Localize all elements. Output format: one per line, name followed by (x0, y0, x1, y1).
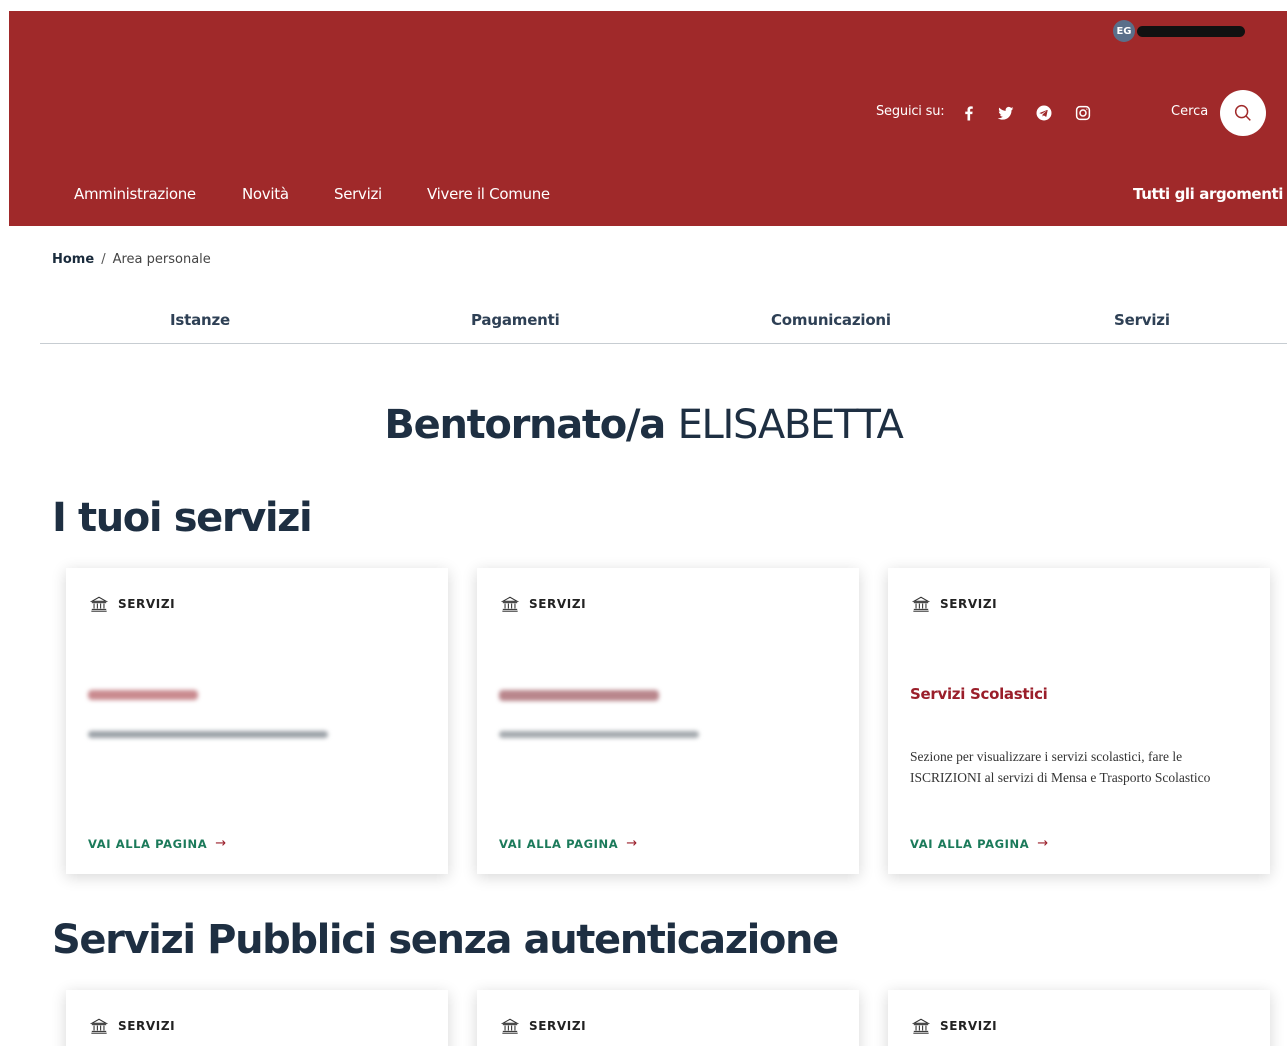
card-category-label: SERVIZI (118, 1019, 176, 1033)
card-link-label: VAI ALLA PAGINA (88, 836, 208, 851)
card-desc-redacted (88, 731, 328, 738)
building-icon (912, 1018, 930, 1034)
card-category-label: SERVIZI (529, 597, 587, 611)
tab-istanze[interactable]: Istanze (170, 311, 230, 329)
card-category: SERVIZI (90, 595, 175, 613)
card-title[interactable]: Servizi Scolastici (910, 685, 1048, 703)
welcome-greeting: Bentornato/a (384, 402, 666, 448)
tab-servizi[interactable]: Servizi (1114, 311, 1170, 329)
social-label: Seguici su: (876, 104, 945, 119)
search-button[interactable] (1220, 90, 1266, 136)
search-icon (1234, 104, 1251, 121)
building-icon (912, 596, 930, 612)
arrow-right-icon: → (215, 836, 227, 851)
card-link-label: VAI ALLA PAGINA (499, 836, 619, 851)
card-link[interactable]: VAI ALLA PAGINA → (88, 836, 227, 851)
card-category: SERVIZI (90, 1017, 175, 1035)
building-icon (501, 1018, 519, 1034)
card-link[interactable]: VAI ALLA PAGINA → (499, 836, 638, 851)
card-category: SERVIZI (501, 595, 586, 613)
building-icon (501, 596, 519, 612)
breadcrumb-separator: / (101, 252, 106, 267)
card-desc-redacted (499, 731, 699, 738)
public-service-card[interactable]: SERVIZI (477, 990, 859, 1046)
tab-comunicazioni[interactable]: Comunicazioni (771, 311, 891, 329)
user-name-redacted[interactable] (1137, 26, 1245, 37)
card-link[interactable]: VAI ALLA PAGINA → (910, 836, 1049, 851)
building-icon (90, 1018, 108, 1034)
nav-all-topics[interactable]: Tutti gli argomenti (1133, 185, 1283, 203)
personal-area-tabs: Istanze Pagamenti Comunicazioni Servizi (40, 306, 1287, 344)
breadcrumb: Home / Area personale (52, 252, 211, 267)
card-category-label: SERVIZI (118, 597, 176, 611)
site-header: EG Seguici su: Cerca Amministrazione Nov… (9, 11, 1287, 226)
card-category-label: SERVIZI (940, 1019, 998, 1033)
breadcrumb-current: Area personale (112, 252, 211, 267)
tab-pagamenti[interactable]: Pagamenti (471, 311, 560, 329)
user-avatar[interactable]: EG (1113, 20, 1135, 42)
search-label: Cerca (1171, 104, 1209, 119)
service-card[interactable]: SERVIZI VAI ALLA PAGINA → (477, 568, 859, 874)
card-category: SERVIZI (912, 595, 997, 613)
telegram-icon[interactable] (1034, 103, 1054, 123)
service-card[interactable]: SERVIZI VAI ALLA PAGINA → (66, 568, 448, 874)
card-title-redacted[interactable] (499, 690, 659, 701)
welcome-heading: Bentornato/a ELISABETTA (0, 402, 1287, 448)
nav-vivere-il-comune[interactable]: Vivere il Comune (427, 185, 550, 203)
breadcrumb-home[interactable]: Home (52, 252, 94, 267)
card-category: SERVIZI (912, 1017, 997, 1035)
card-title-redacted[interactable] (88, 690, 198, 700)
your-services-title: I tuoi servizi (52, 495, 313, 541)
card-category-label: SERVIZI (529, 1019, 587, 1033)
building-icon (90, 596, 108, 612)
public-services-title: Servizi Pubblici senza autenticazione (52, 917, 839, 963)
arrow-right-icon: → (1037, 836, 1049, 851)
welcome-user-name: ELISABETTA (677, 402, 904, 448)
facebook-icon[interactable] (959, 103, 979, 123)
instagram-icon[interactable] (1073, 103, 1093, 123)
card-description: Sezione per visualizzare i servizi scola… (910, 749, 1211, 785)
arrow-right-icon: → (626, 836, 638, 851)
service-card-servizi-scolastici[interactable]: SERVIZI Servizi Scolastici Sezione per v… (888, 568, 1270, 874)
card-link-label: VAI ALLA PAGINA (910, 836, 1030, 851)
public-service-card[interactable]: SERVIZI (888, 990, 1270, 1046)
card-category-label: SERVIZI (940, 597, 998, 611)
nav-amministrazione[interactable]: Amministrazione (74, 185, 196, 203)
nav-novita[interactable]: Novità (242, 185, 289, 203)
card-category: SERVIZI (501, 1017, 586, 1035)
nav-servizi[interactable]: Servizi (334, 185, 382, 203)
twitter-icon[interactable] (996, 103, 1016, 123)
public-service-card[interactable]: SERVIZI (66, 990, 448, 1046)
